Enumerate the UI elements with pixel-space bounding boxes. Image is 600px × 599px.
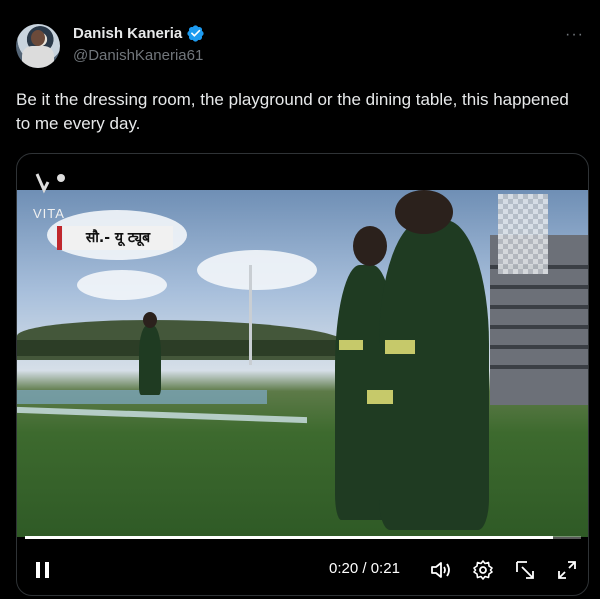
- video-frame[interactable]: VITA सौ.- यू ट्यूब: [17, 190, 588, 537]
- gear-icon[interactable]: [471, 558, 495, 582]
- time-display: 0:20 / 0:21: [329, 560, 400, 577]
- handle[interactable]: @DanishKaneria61: [73, 47, 203, 64]
- jersey-stripe: [385, 340, 415, 354]
- avatar-head: [31, 30, 45, 46]
- stand-row: [490, 285, 588, 289]
- vita-logo-icon: [35, 173, 65, 194]
- stand-row: [490, 365, 588, 369]
- distant-player-head: [143, 312, 157, 328]
- current-time: 0:20: [329, 560, 359, 577]
- hindi-caption: सौ.- यू ट्यूब: [63, 226, 173, 250]
- time-separator: /: [358, 560, 371, 577]
- avatar[interactable]: [16, 24, 60, 68]
- video-player[interactable]: VITA सौ.- यू ट्यूब 0:20 / 0:21: [16, 153, 589, 596]
- cloud: [77, 270, 167, 300]
- display-name[interactable]: Danish Kaneria: [73, 25, 182, 42]
- duration: 0:21: [370, 560, 400, 577]
- verified-badge-icon: [187, 25, 204, 42]
- tweet-card: Danish Kaneria @DanishKaneria61 ··· Be i…: [0, 0, 600, 599]
- distant-player: [139, 325, 161, 395]
- cloud: [197, 250, 317, 290]
- wristband: [367, 390, 393, 404]
- jersey-stripe: [339, 340, 363, 350]
- volume-icon[interactable]: [429, 558, 453, 582]
- tree-line: [17, 340, 347, 356]
- pause-icon[interactable]: [31, 558, 55, 582]
- author-name-row: Danish Kaneria: [73, 24, 205, 43]
- vita-watermark: VITA: [33, 206, 65, 221]
- avatar-shirt: [22, 46, 54, 68]
- tweet-text: Be it the dressing room, the playground …: [16, 90, 569, 133]
- more-options-icon[interactable]: ···: [565, 26, 584, 44]
- pitch-marking: [17, 406, 307, 424]
- stand-row: [490, 305, 588, 309]
- player-left-head: [353, 226, 387, 266]
- floodlight-pole: [249, 265, 252, 365]
- player-right-head: [395, 190, 453, 234]
- player-right: [379, 220, 489, 530]
- caption-accent-bar: [57, 226, 62, 250]
- video-controls: 0:20 / 0:21: [17, 544, 588, 595]
- pixelated-logo: [498, 194, 548, 274]
- picture-in-picture-icon[interactable]: [513, 558, 537, 582]
- progress-bar[interactable]: [25, 536, 581, 539]
- stand-row: [490, 325, 588, 329]
- stand-row: [490, 345, 588, 349]
- fullscreen-icon[interactable]: [555, 558, 579, 582]
- progress-fill: [25, 536, 554, 539]
